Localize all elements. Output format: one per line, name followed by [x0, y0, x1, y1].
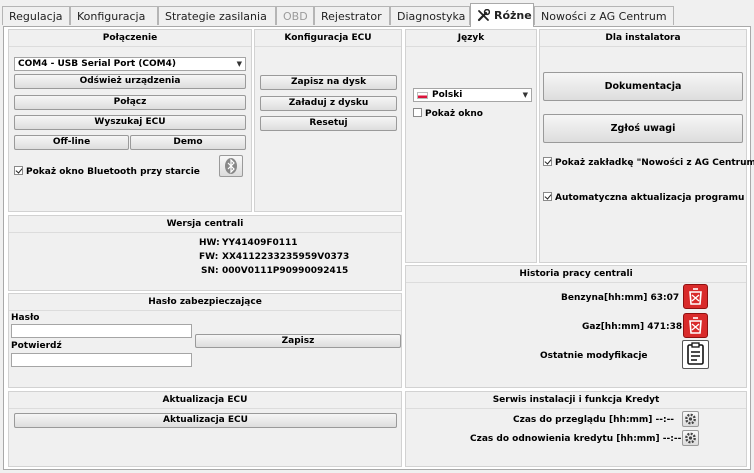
fw-value: XX4112233235959V0373: [222, 252, 350, 262]
port-select-value: COM4 - USB Serial Port (COM4): [18, 59, 177, 69]
bluetooth-icon: [225, 158, 237, 174]
port-select[interactable]: COM4 - USB Serial Port (COM4) ▼: [14, 57, 246, 71]
inspection-settings-button[interactable]: [682, 411, 699, 427]
tab-nowosci[interactable]: Nowości z AG Centrum: [534, 6, 674, 25]
clipboard-list-icon: [687, 342, 704, 365]
clear-gas-button[interactable]: [683, 313, 708, 338]
confirm-password-field[interactable]: [11, 353, 192, 367]
tab-strategie-zasilania[interactable]: Strategie zasilania: [158, 6, 276, 25]
last-modifications-button[interactable]: [682, 340, 709, 369]
trash-clear-icon: [689, 317, 702, 334]
checkbox-label: Automatyczna aktualizacja programu: [555, 193, 745, 203]
password-panel: Hasło zabezpieczające Hasło Zapisz Potwi…: [8, 293, 402, 388]
tab-label: Różne: [494, 9, 532, 22]
clear-petrol-button[interactable]: [683, 284, 708, 309]
gear-icon: [685, 432, 696, 444]
ecu-update-panel: Aktualizacja ECU Aktualizacja ECU: [8, 391, 402, 467]
documentation-button[interactable]: Dokumentacja: [543, 72, 743, 101]
tab-rozne[interactable]: Różne: [470, 3, 534, 27]
tools-icon: [477, 9, 490, 22]
panel-title: Konfiguracja ECU: [255, 30, 401, 47]
reset-button[interactable]: Resetuj: [260, 116, 397, 131]
confirm-label: Potwierdź: [11, 341, 62, 351]
bluetooth-button[interactable]: [219, 155, 243, 177]
history-panel: Historia pracy centrali Benzyna[hh:mm] 6…: [405, 265, 747, 388]
checkbox-label: Pokaż okno: [425, 109, 483, 119]
tab-label: Diagnostyka: [397, 10, 466, 23]
password-label: Hasło: [11, 313, 40, 323]
show-news-tab-checkbox[interactable]: Pokaż zakładkę "Nowości z AG Centrum": [543, 157, 754, 169]
checkbox-box: [543, 192, 552, 201]
save-password-button[interactable]: Zapisz: [195, 334, 401, 348]
tab-label: Nowości z AG Centrum: [541, 10, 667, 23]
tab-regulacja[interactable]: Regulacja: [2, 6, 70, 25]
tab-label: OBD: [283, 10, 308, 23]
ecu-update-button[interactable]: Aktualizacja ECU: [14, 413, 397, 428]
checkbox-label: Pokaż zakładkę "Nowości z AG Centrum": [555, 158, 754, 168]
checkbox-box: [14, 166, 23, 175]
credit-settings-button[interactable]: [682, 430, 699, 446]
load-from-disk-button[interactable]: Załaduj z dysku: [260, 96, 397, 111]
ecu-config-panel: Konfiguracja ECU Zapisz na dysk Załaduj …: [254, 29, 402, 212]
tab-label: Regulacja: [9, 10, 63, 23]
poland-flag-icon: [417, 92, 428, 99]
hw-value: YY41409F0111: [222, 238, 298, 248]
sn-value: 000V0111P90990092415: [222, 266, 349, 276]
language-select-value: Polski: [432, 90, 463, 100]
tab-label: Konfiguracja: [77, 10, 146, 23]
tab-obd: OBD: [276, 6, 314, 25]
tab-bar: Regulacja Konfiguracja Strategie zasilan…: [0, 0, 754, 27]
password-field[interactable]: [11, 324, 192, 338]
tab-konfiguracja[interactable]: Konfiguracja: [70, 6, 158, 25]
panel-title: Dla instalatora: [540, 30, 746, 47]
tab-diagnostyka[interactable]: Diagnostyka: [390, 6, 470, 25]
tab-rejestrator[interactable]: Rejestrator: [314, 6, 390, 25]
chevron-down-icon: ▼: [522, 91, 528, 99]
bluetooth-checkbox[interactable]: Pokaż okno Bluetooth przy starcie: [14, 166, 200, 178]
petrol-hours-label: Benzyna[hh:mm] 63:07: [561, 293, 680, 303]
checkbox-box: [413, 108, 422, 117]
chevron-down-icon: ▼: [236, 60, 242, 68]
offline-button[interactable]: Off-line: [14, 135, 129, 150]
save-to-disk-button[interactable]: Zapisz na dysk: [260, 75, 397, 90]
trash-clear-icon: [689, 288, 702, 305]
panel-title: Hasło zabezpieczające: [9, 294, 401, 311]
credit-time-label: Czas do odnowienia kredytu [hh:mm] --:--: [470, 434, 682, 444]
version-panel: Wersja centrali HW: YY41409F0111 FW: XX4…: [8, 215, 402, 291]
panel-title: Wersja centrali: [9, 216, 401, 233]
panel-title: Historia pracy centrali: [406, 266, 746, 283]
sn-label: SN:: [201, 266, 219, 276]
tab-label: Rejestrator: [321, 10, 382, 23]
tab-label: Strategie zasilania: [165, 10, 267, 23]
last-modifications-label: Ostatnie modyfikacje: [540, 351, 648, 361]
installer-panel: Dla instalatora Dokumentacja Zgłoś uwagi…: [539, 29, 754, 263]
refresh-devices-button[interactable]: Odśwież urządzenia: [14, 74, 246, 89]
panel-title: Połączenie: [9, 30, 251, 47]
panel-title: Język: [406, 30, 536, 47]
connect-button[interactable]: Połącz: [14, 95, 246, 110]
demo-button[interactable]: Demo: [130, 135, 246, 150]
checkbox-label: Pokaż okno Bluetooth przy starcie: [26, 167, 200, 177]
panel-title: Serwis instalacji i funkcja Kredyt: [406, 392, 746, 409]
gas-hours-label: Gaz[hh:mm] 471:38: [582, 322, 683, 332]
language-select[interactable]: Polski ▼: [413, 88, 532, 102]
tab-content: Połączenie COM4 - USB Serial Port (COM4)…: [3, 26, 754, 470]
inspection-time-label: Czas do przeglądu [hh:mm] --:--: [513, 415, 675, 425]
service-panel: Serwis instalacji i funkcja Kredyt Czas …: [405, 391, 747, 467]
panel-title: Aktualizacja ECU: [9, 392, 401, 409]
show-window-checkbox[interactable]: Pokaż okno: [413, 108, 483, 120]
search-ecu-button[interactable]: Wyszukaj ECU: [14, 115, 246, 130]
auto-update-checkbox[interactable]: Automatyczna aktualizacja programu: [543, 192, 744, 204]
hw-label: HW:: [199, 238, 220, 248]
connection-panel: Połączenie COM4 - USB Serial Port (COM4)…: [8, 29, 252, 212]
gear-icon: [685, 413, 696, 425]
fw-label: FW:: [199, 252, 219, 262]
language-panel: Język Polski ▼ Pokaż okno: [405, 29, 537, 263]
report-feedback-button[interactable]: Zgłoś uwagi: [543, 114, 743, 143]
checkbox-box: [543, 157, 552, 166]
